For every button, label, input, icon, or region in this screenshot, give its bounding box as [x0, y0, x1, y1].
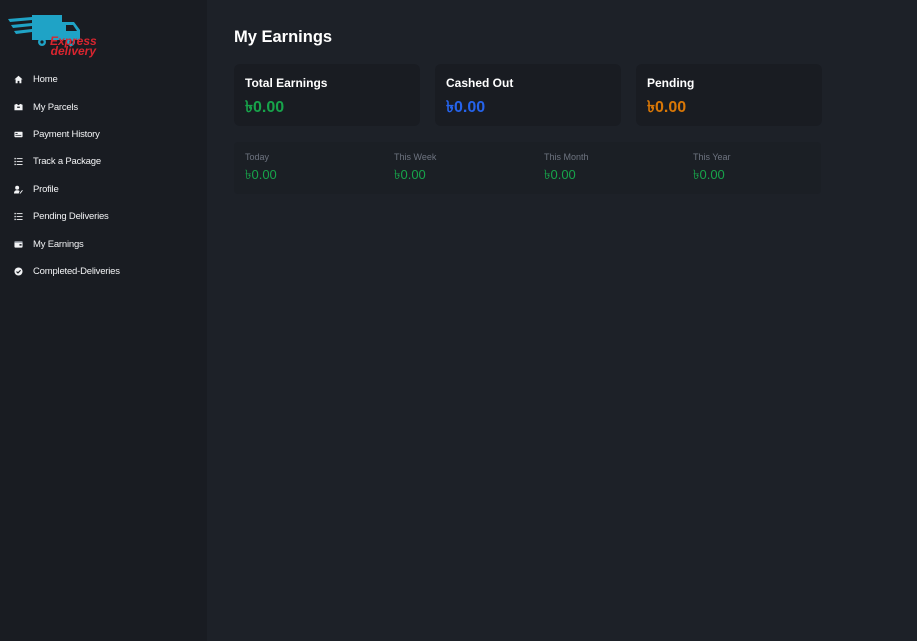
sidebar-item-my-earnings[interactable]: My Earnings — [0, 230, 207, 257]
card-value: ৳0.00 — [245, 99, 285, 116]
sidebar: Express delivery Home My Parcels Payment… — [0, 0, 207, 641]
card-label: Pending — [647, 76, 695, 90]
total-earnings-card: Total Earnings ৳0.00 — [234, 64, 420, 126]
stat-value: ৳0.00 — [394, 167, 426, 182]
wallet-icon — [13, 239, 23, 249]
stat-value: ৳0.00 — [544, 167, 576, 182]
sidebar-item-label: My Parcels — [33, 101, 78, 113]
pending-card: Pending ৳0.00 — [636, 64, 822, 126]
user-edit-icon — [13, 184, 23, 194]
sidebar-item-label: Pending Deliveries — [33, 211, 109, 223]
stat-label: This Year — [693, 152, 731, 162]
cashed-out-card: Cashed Out ৳0.00 — [435, 64, 621, 126]
stat-this-month: This Month ৳0.00 — [544, 152, 589, 187]
sidebar-item-label: My Earnings — [33, 238, 84, 250]
sidebar-item-payment-history[interactable]: Payment History — [0, 121, 207, 148]
stat-label: This Week — [394, 152, 437, 162]
list-icon — [13, 212, 23, 222]
stat-value: ৳0.00 — [693, 167, 725, 182]
main-content: My Earnings Total Earnings ৳0.00 Cashed … — [207, 0, 917, 641]
stat-value: ৳0.00 — [245, 167, 277, 182]
check-circle-icon — [13, 266, 23, 276]
parcel-icon — [13, 102, 23, 112]
card-value: ৳0.00 — [446, 99, 486, 116]
sidebar-item-track-a-package[interactable]: Track a Package — [0, 148, 207, 175]
stat-this-week: This Week ৳0.00 — [394, 152, 436, 187]
stat-today: Today ৳0.00 — [245, 152, 277, 187]
stat-label: This Month — [544, 152, 589, 162]
sidebar-item-label: Home — [33, 74, 58, 86]
page-title: My Earnings — [234, 28, 333, 46]
sidebar-item-label: Completed-Deliveries — [33, 265, 120, 277]
stat-label: Today — [245, 152, 270, 162]
stat-this-year: This Year ৳0.00 — [693, 152, 731, 187]
payment-icon — [13, 129, 23, 139]
sidebar-item-label: Profile — [33, 183, 59, 195]
card-value: ৳0.00 — [647, 99, 687, 116]
sidebar-nav: Home My Parcels Payment History Track a … — [0, 66, 207, 285]
sidebar-item-pending-deliveries[interactable]: Pending Deliveries — [0, 203, 207, 230]
brand-name: Express delivery — [50, 35, 97, 58]
brand-line2: delivery — [50, 44, 97, 58]
sidebar-item-label: Payment History — [33, 128, 100, 140]
list-icon — [13, 157, 23, 167]
sidebar-item-label: Track a Package — [33, 156, 101, 168]
period-earnings: Today ৳0.00 This Week ৳0.00 This Month ৳… — [234, 142, 821, 194]
express-delivery-logo[interactable]: Express delivery — [8, 12, 108, 62]
sidebar-item-completed-deliveries[interactable]: Completed-Deliveries — [0, 258, 207, 285]
home-icon — [13, 75, 23, 85]
card-label: Cashed Out — [446, 76, 514, 90]
card-label: Total Earnings — [245, 76, 328, 90]
sidebar-item-profile[interactable]: Profile — [0, 176, 207, 203]
sidebar-item-home[interactable]: Home — [0, 66, 207, 93]
sidebar-item-my-parcels[interactable]: My Parcels — [0, 93, 207, 120]
